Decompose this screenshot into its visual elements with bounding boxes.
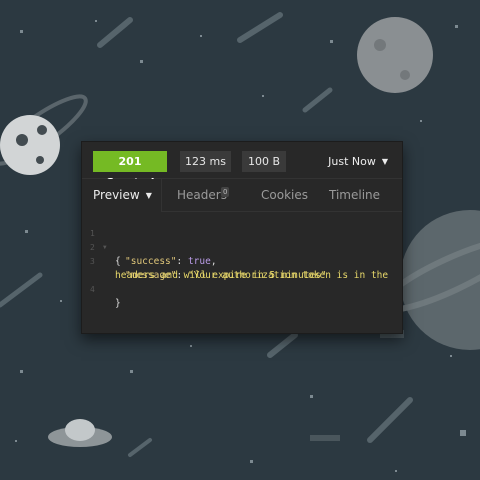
caret-down-icon: ▼ [381, 157, 388, 166]
response-status-bar: 201 Created 123 ms 100 B Just Now ▼ [82, 142, 402, 189]
json-value-success: true [187, 256, 211, 267]
json-close-brace: } [115, 298, 121, 309]
status-badge: 201 Created [93, 151, 167, 189]
code-line: 2 "success": true, [90, 243, 217, 267]
response-time-badge: 123 ms [180, 151, 231, 172]
tab-preview-label: Preview [93, 188, 140, 202]
response-tabs: Preview ▼ Headers 0 Cookies Timeline [82, 179, 402, 212]
code-line: 4 } [82, 269, 121, 309]
line-number: 4 [90, 285, 95, 294]
tab-headers[interactable]: Headers 0 [177, 179, 230, 211]
code-line: headers and will expire in 5 minutes" [82, 255, 327, 281]
tab-cookies-label: Cookies [261, 188, 308, 202]
tab-cookies[interactable]: Cookies [261, 179, 308, 211]
response-body-preview[interactable]: 1 ▼ { 2 "success": true, 3 "message": "Y… [82, 213, 402, 323]
response-history-label: Just Now [328, 155, 376, 168]
caret-down-icon: ▼ [145, 191, 152, 200]
response-panel: 201 Created 123 ms 100 B Just Now ▼ Previ… [81, 141, 403, 334]
code-line: 1 ▼ { [82, 213, 121, 267]
code-line: 3 "message": "Your authorization token i… [90, 257, 389, 281]
headers-count-badge: 0 [221, 187, 230, 197]
json-value-message-part2: headers and will expire in 5 minutes" [115, 270, 327, 281]
json-key-success: "success" [125, 256, 177, 267]
response-history-dropdown[interactable]: Just Now ▼ [328, 151, 388, 172]
tab-timeline-label: Timeline [329, 188, 381, 202]
response-size-badge: 100 B [242, 151, 286, 172]
tab-headers-label: Headers [177, 188, 227, 202]
tab-preview[interactable]: Preview ▼ [82, 179, 162, 212]
tab-timeline[interactable]: Timeline [329, 179, 380, 211]
